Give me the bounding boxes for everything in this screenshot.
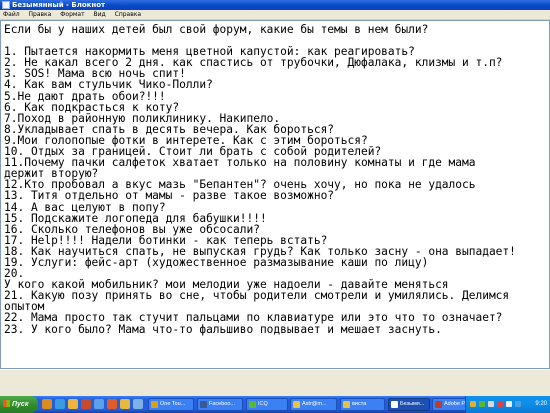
app-icon — [343, 401, 350, 408]
text-line: 14. А вас целуют в попу? — [4, 200, 166, 214]
menu-bar: Файл Правка Формат Вид Справка — [0, 10, 550, 20]
text-line: 5.Не дают драть обои?!!! — [4, 89, 166, 103]
start-label: Пуск — [12, 401, 29, 408]
status-area — [0, 369, 550, 396]
text-line: 13. Титя отдельно от мамы - разве такое … — [4, 189, 335, 203]
taskbar-button-label: Безымя... — [400, 401, 425, 407]
taskbar-button[interactable]: виста — [340, 398, 385, 411]
taskbar-button-label: One Tou... — [160, 401, 186, 407]
tray-icon[interactable] — [506, 401, 512, 407]
quick-launch-icon[interactable] — [94, 399, 104, 409]
quick-launch-icon[interactable] — [133, 399, 143, 409]
tray-icon[interactable] — [515, 401, 521, 407]
taskbar-button[interactable]: ICQ — [246, 398, 288, 411]
quick-launch-icon[interactable] — [120, 399, 130, 409]
menu-view[interactable]: Вид — [94, 11, 106, 18]
text-line: 23. У кого было? Мама что-то фальшиво по… — [4, 322, 442, 336]
text-line: 22. Мама просто так стучит пальцами по к… — [4, 311, 503, 325]
menu-help[interactable]: Справка — [115, 11, 141, 18]
app-icon — [435, 401, 442, 408]
app-icon — [151, 401, 158, 408]
taskbar-button-label: виста — [352, 401, 367, 407]
app-icon — [200, 401, 207, 408]
app-icon — [293, 401, 300, 408]
quick-launch-icon[interactable] — [68, 399, 78, 409]
taskbar-button-label: Faceboo... — [209, 401, 235, 407]
tray-icon[interactable] — [470, 401, 476, 407]
tray-icon[interactable] — [497, 401, 503, 407]
taskbar-button[interactable]: One Tou... — [148, 398, 194, 411]
menu-edit[interactable]: Правка — [29, 11, 52, 18]
quick-launch-icon[interactable] — [55, 399, 65, 409]
text-line: 21. Какую позу принять во сне, чтобы род… — [4, 289, 510, 303]
text-line: Если бы у наших детей был свой форум, ка… — [4, 23, 429, 36]
app-icon — [391, 401, 398, 408]
taskbar-button[interactable]: Faceboo... — [197, 398, 243, 411]
menu-file[interactable]: Файл — [3, 11, 20, 18]
app-icon — [249, 401, 256, 408]
start-button[interactable]: Пуск — [0, 396, 38, 413]
windows-logo-icon — [3, 400, 10, 407]
text-editor-area[interactable]: Если бы у наших детей был свой форум, ка… — [0, 20, 550, 369]
quick-launch-icon[interactable] — [81, 399, 91, 409]
menu-format[interactable]: Формат — [60, 11, 84, 18]
system-tray: 9:20 — [465, 396, 550, 413]
window-title: Безымянный - Блокнот — [12, 1, 106, 9]
text-line: 4. Как вам стульчик Чико-Полли? — [4, 78, 213, 92]
quick-launch-icon[interactable] — [42, 399, 52, 409]
taskbar: Пуск One Tou... Faceboo... ICQ Astr@m... вис… — [0, 396, 550, 413]
window-title-bar[interactable]: Безымянный - Блокнот — [0, 0, 550, 10]
taskbar-button[interactable]: Безымя... — [388, 398, 430, 411]
taskbar-button-label: ICQ — [258, 401, 268, 407]
quick-launch-icon[interactable] — [107, 399, 117, 409]
text-line: 19. Услуги: фейс-арт (художественное раз… — [4, 255, 429, 269]
taskbar-button[interactable]: Astr@m... — [290, 398, 337, 411]
taskbar-button-label: Astr@m... — [302, 401, 327, 407]
tray-icon[interactable] — [479, 401, 485, 407]
clock: 9:20 — [535, 401, 547, 407]
tray-icon[interactable] — [488, 401, 494, 407]
notepad-icon — [2, 1, 10, 9]
